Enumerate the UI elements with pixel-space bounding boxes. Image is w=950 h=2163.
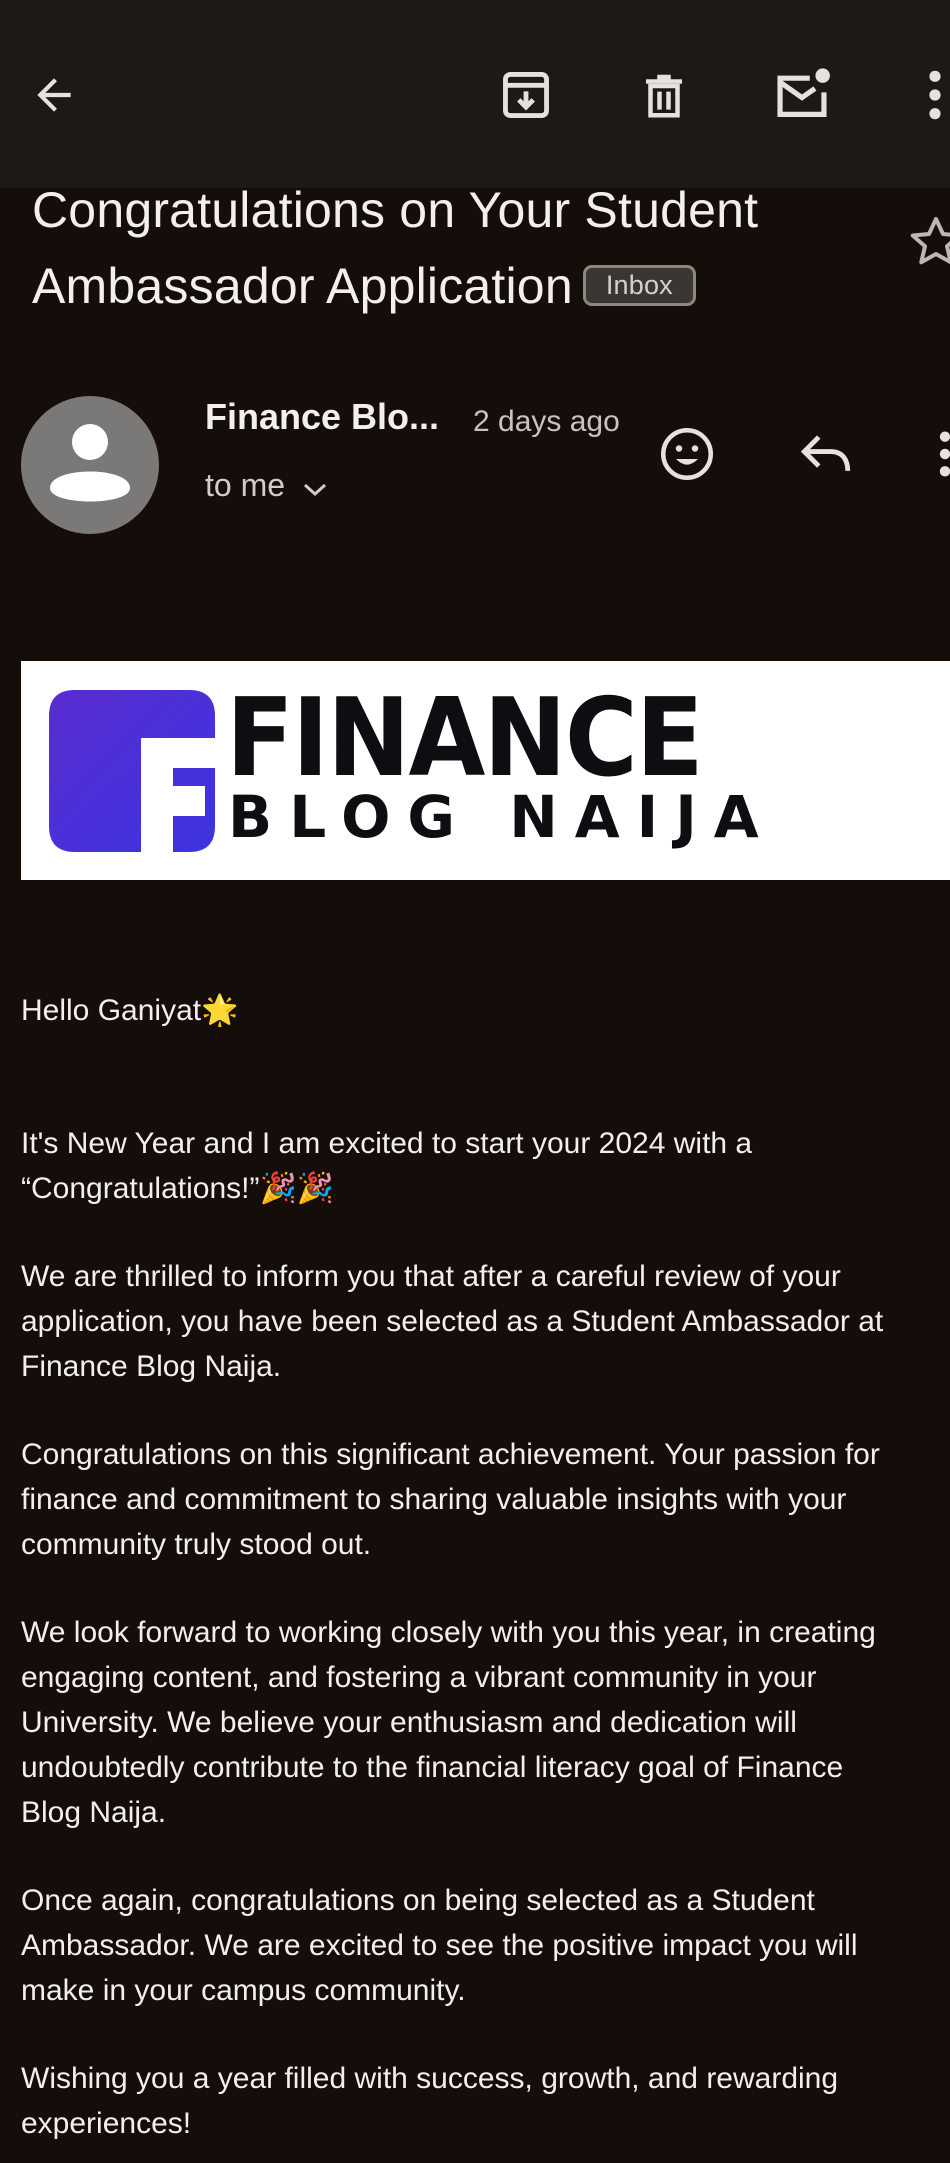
body-line: engaging content, and fostering a vibran… [21, 1661, 817, 1694]
subject-line-2-text: Ambassador Application [32, 258, 573, 314]
sent-time: 2 days ago [473, 405, 620, 438]
more-vert-icon [939, 431, 950, 477]
person-icon [50, 424, 130, 502]
body-line: Blog Naija. [21, 1796, 167, 1829]
emoji-react-icon [661, 428, 713, 480]
body-line: Wishing you a year filled with success, … [21, 2062, 839, 2095]
body-line: We look forward to working closely with … [21, 1616, 876, 1649]
greeting: Hello Ganiyat🌟 [21, 994, 239, 1027]
finance-blog-naija-banner: FINANCE BLOG NAIJA [21, 661, 950, 880]
body-line: It's New Year and I am excited to start … [21, 1127, 753, 1160]
archive-icon [503, 72, 549, 118]
body-line: Congratulations on this significant achi… [21, 1438, 880, 1471]
archive-button[interactable] [486, 55, 566, 135]
more-options-button[interactable] [895, 55, 950, 135]
subject-line-1: Congratulations on Your Student [32, 182, 759, 238]
subject-line-2: Ambassador Application Inbox [32, 248, 892, 324]
body-line: undoubtedly contribute to the financial … [21, 1751, 844, 1784]
sender-name[interactable]: Finance Blo... [205, 396, 439, 438]
mail-unread-icon [777, 68, 830, 117]
body-line: We are thrilled to inform you that after… [21, 1260, 841, 1293]
reply-icon [800, 435, 851, 472]
sender-avatar[interactable] [21, 396, 159, 534]
recipient-label: to me [205, 467, 286, 503]
email-subject: Congratulations on Your Student Ambassad… [32, 172, 892, 324]
brand-wordmark-bottom: BLOG NAIJA [228, 783, 776, 851]
trash-icon [646, 74, 682, 118]
brand-wordmark-top: FINANCE [226, 676, 704, 801]
body-line: make in your campus community. [21, 1974, 466, 2007]
body-line: “Congratulations!”🎉🎉 [21, 1172, 335, 1205]
top-app-bar [0, 0, 950, 188]
body-line: Ambassador. We are excited to see the po… [21, 1929, 858, 1962]
reply-button[interactable] [786, 414, 866, 494]
body-line: community truly stood out. [21, 1528, 372, 1561]
body-line: application, you have been selected as a… [21, 1305, 884, 1338]
finance-blog-naija-logo-icon [49, 690, 215, 852]
body-line: University. We believe your enthusiasm a… [21, 1706, 797, 1739]
message-more-button[interactable] [905, 414, 950, 494]
email-body: Hello Ganiyat🌟 It's New Year and I am ex… [21, 988, 950, 2146]
star-button[interactable] [906, 212, 950, 277]
inbox-label-badge[interactable]: Inbox [582, 265, 696, 307]
more-vert-icon [929, 70, 941, 120]
body-line: Finance Blog Naija. [21, 1350, 282, 1383]
recipient-details-toggle[interactable]: to me [205, 467, 329, 504]
body-line: finance and commitment to sharing valuab… [21, 1483, 847, 1516]
mark-unread-button[interactable] [762, 55, 842, 135]
delete-button[interactable] [624, 55, 704, 135]
star-outline-icon [910, 217, 950, 265]
back-button[interactable] [14, 55, 94, 135]
body-line: Once again, congratulations on being sel… [21, 1884, 815, 1917]
react-emoji-button[interactable] [647, 414, 727, 494]
chevron-down-icon [304, 483, 327, 496]
arrow-left-icon [37, 78, 71, 112]
body-line: experiences! [21, 2107, 192, 2140]
